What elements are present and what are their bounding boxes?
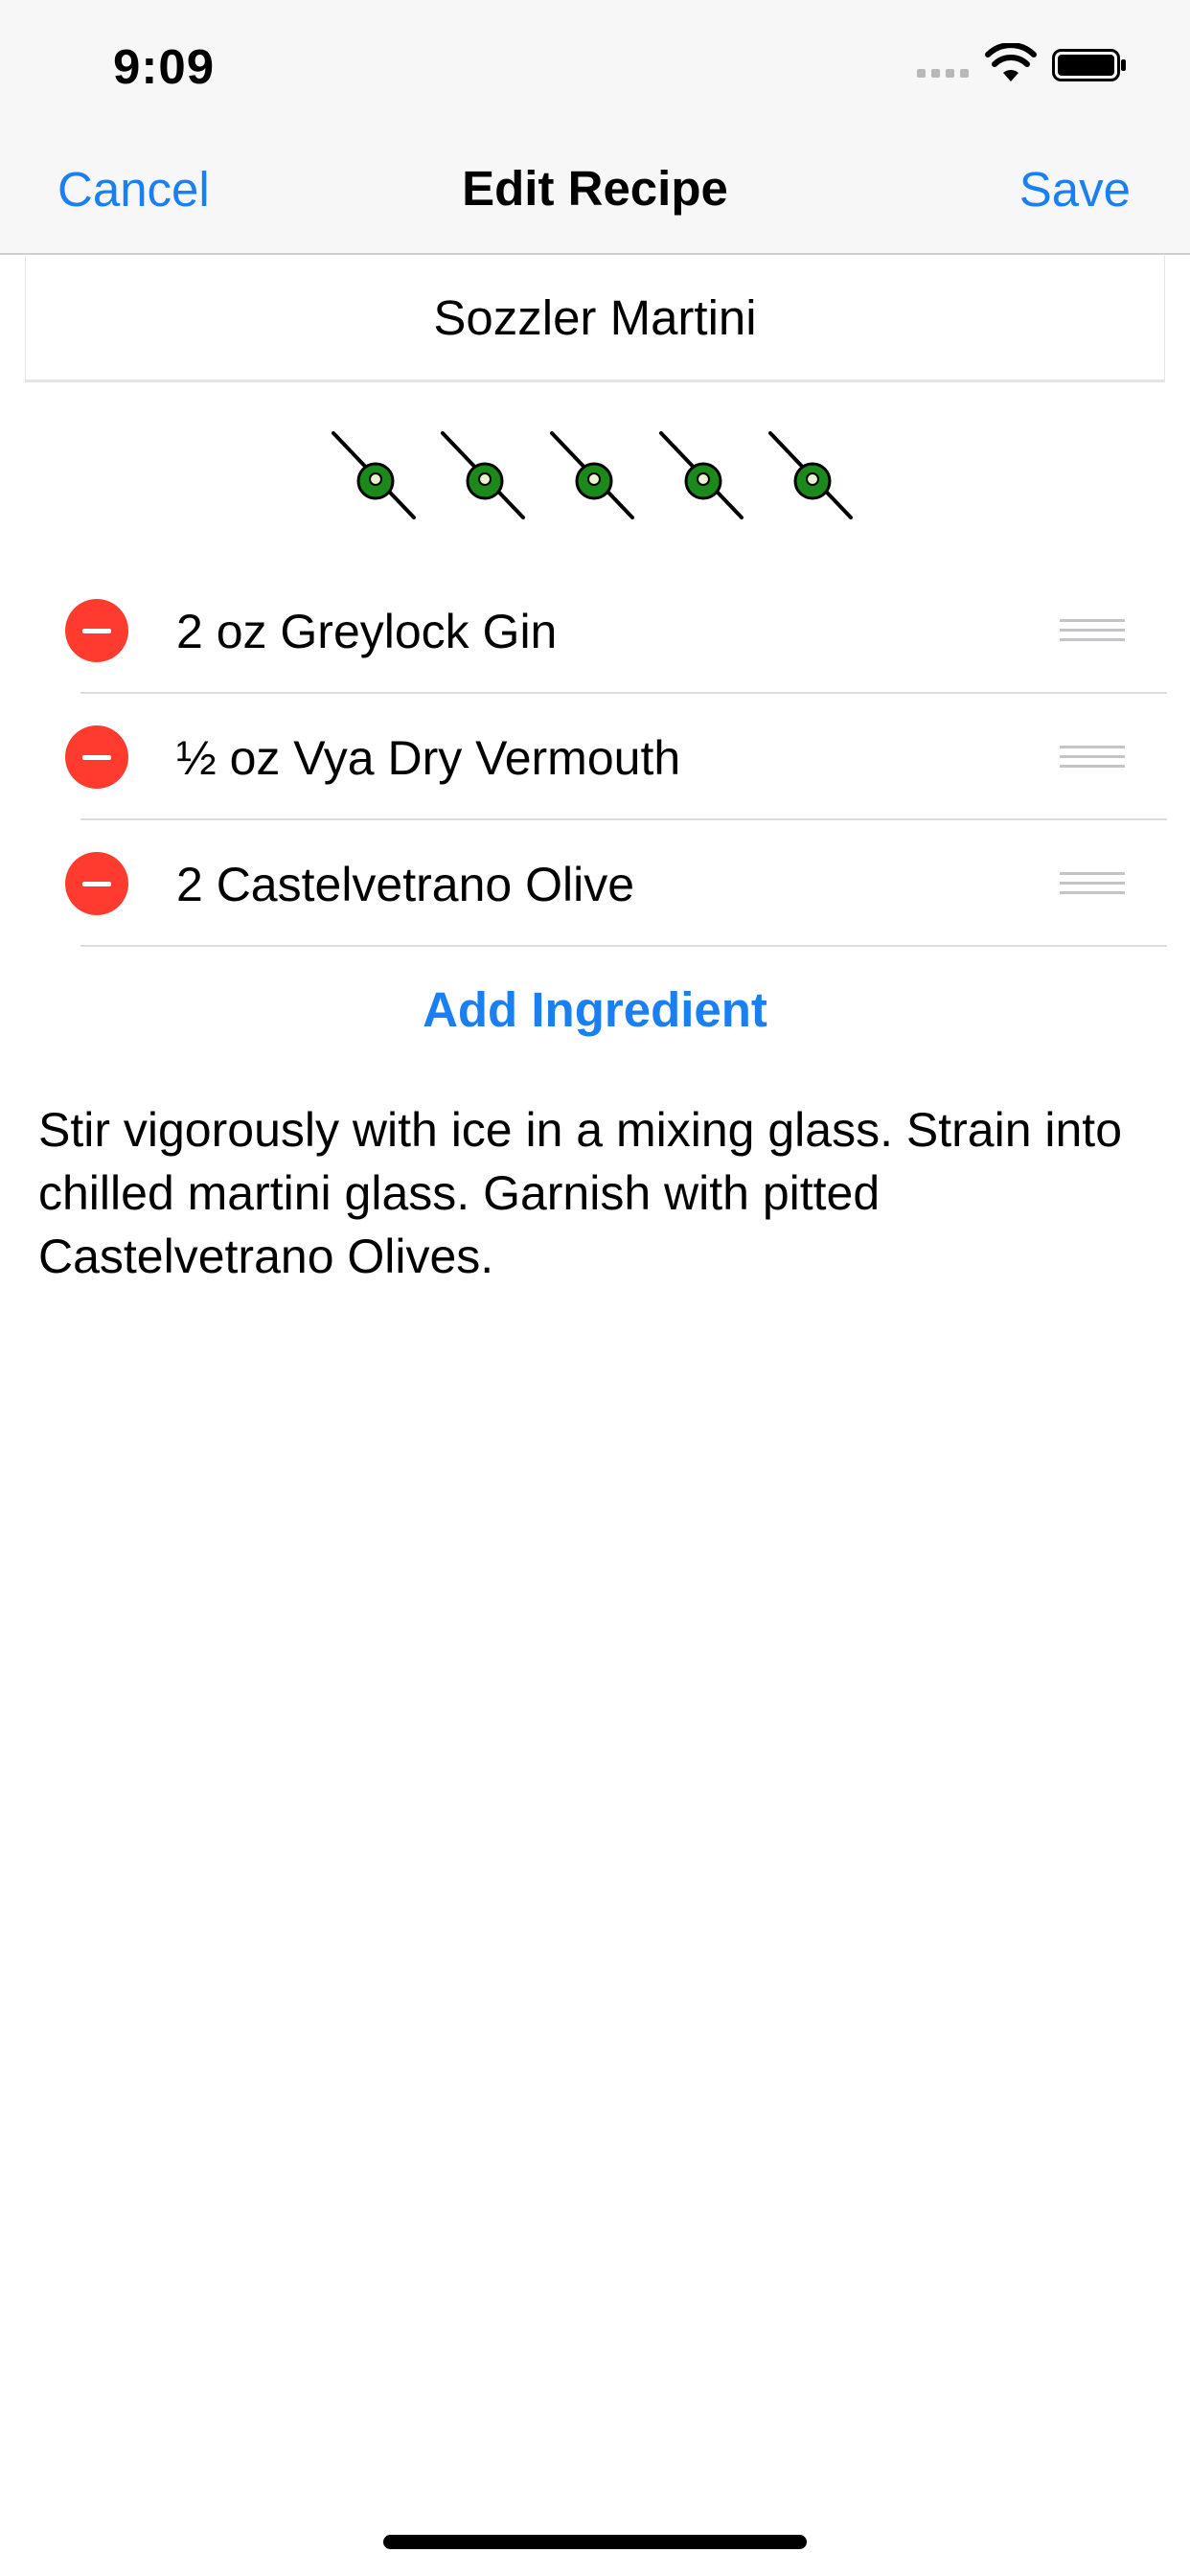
cellular-signal-icon (917, 69, 969, 78)
olive-icon[interactable] (441, 431, 525, 519)
ingredient-row[interactable]: 2 oz Greylock Gin (0, 567, 1190, 694)
home-indicator[interactable] (383, 2535, 807, 2549)
battery-icon (1052, 49, 1126, 81)
recipe-name-field[interactable]: Sozzler Martini (25, 256, 1165, 382)
row-divider (80, 945, 1167, 947)
ingredient-row[interactable]: 2 Castelvetrano Olive (0, 820, 1190, 947)
ingredient-row[interactable]: ½ oz Vya Dry Vermouth (0, 694, 1190, 820)
ingredient-label: ½ oz Vya Dry Vermouth (176, 731, 681, 785)
ingredient-label: 2 oz Greylock Gin (176, 605, 558, 658)
delete-ingredient-button[interactable] (65, 725, 128, 789)
save-button[interactable]: Save (1019, 161, 1131, 218)
wifi-icon (985, 43, 1037, 81)
minus-icon (82, 628, 111, 633)
olive-icon[interactable] (768, 431, 853, 519)
cancel-button[interactable]: Cancel (57, 161, 210, 218)
navigation-bar: Edit Recipe Cancel Save (0, 134, 1190, 255)
rating-control[interactable] (332, 431, 853, 519)
status-time: 9:09 (113, 39, 216, 94)
ingredient-label: 2 Castelvetrano Olive (176, 858, 635, 911)
reorder-handle-icon[interactable] (1060, 615, 1125, 646)
olive-icon[interactable] (659, 431, 744, 519)
minus-icon (82, 754, 111, 760)
add-ingredient-button[interactable]: Add Ingredient (0, 981, 1190, 1038)
reorder-handle-icon[interactable] (1060, 742, 1125, 772)
reorder-handle-icon[interactable] (1060, 868, 1125, 899)
olive-icon[interactable] (550, 431, 634, 519)
instructions-text[interactable]: Stir vigorously with ice in a mixing gla… (38, 1098, 1150, 1288)
delete-ingredient-button[interactable] (65, 599, 128, 662)
minus-icon (82, 881, 111, 886)
delete-ingredient-button[interactable] (65, 852, 128, 915)
olive-icon[interactable] (332, 431, 416, 519)
status-bar: 9:09 (0, 0, 1190, 134)
